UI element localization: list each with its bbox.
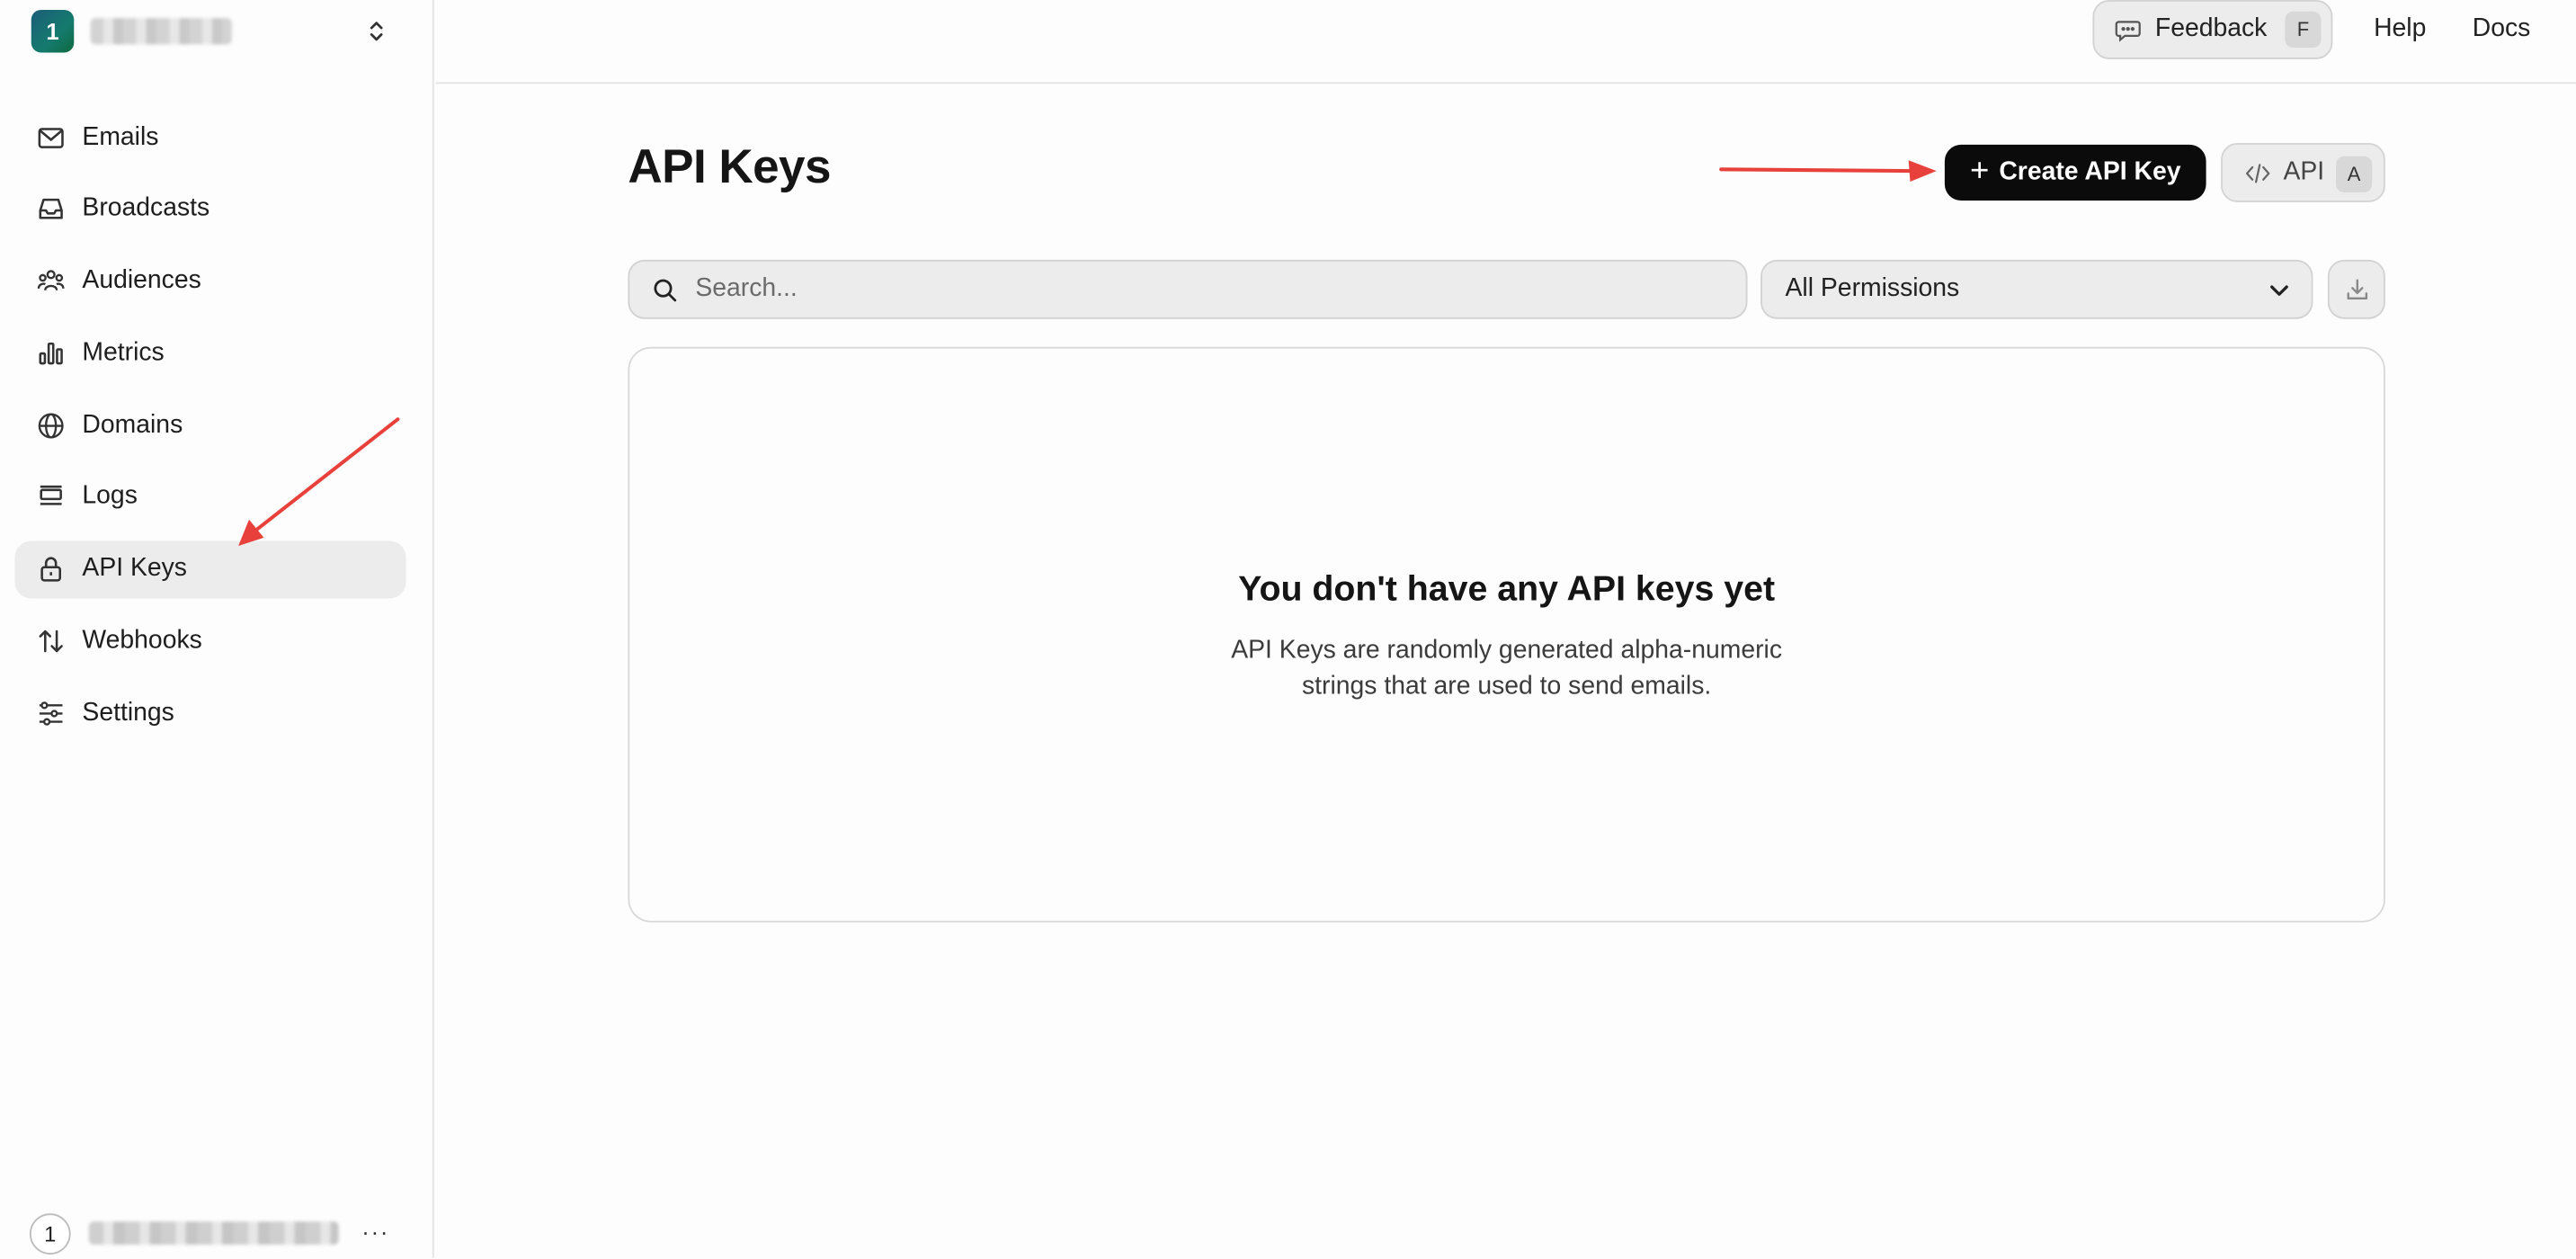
feedback-button[interactable]: Feedback F (2092, 0, 2333, 59)
chevron-up-down-icon (370, 22, 383, 41)
sidebar-item-label: API Keys (82, 554, 187, 583)
inbox-icon (39, 199, 63, 220)
sidebar-item-broadcasts[interactable]: Broadcasts (14, 181, 406, 238)
mail-icon (38, 127, 64, 147)
sidebar-item-label: Emails (82, 122, 159, 151)
permissions-selected-value: All Permissions (1785, 274, 1960, 303)
sidebar-item-logs[interactable]: Logs (14, 469, 406, 526)
sidebar-nav: Emails Broadcasts Audiences Metrics Doma… (14, 109, 406, 757)
empty-state-card: You don't have any API keys yet API Keys… (628, 346, 2385, 923)
sidebar-item-label: Settings (82, 698, 174, 727)
feedback-shortcut-key: F (2285, 11, 2322, 49)
lock-icon (40, 558, 62, 583)
users-icon (37, 270, 65, 291)
logs-icon (40, 486, 62, 506)
sidebar-item-label: Domains (82, 410, 183, 439)
permissions-select[interactable]: All Permissions (1760, 259, 2313, 319)
globe-icon (38, 412, 64, 438)
sidebar-item-domains[interactable]: Domains (14, 397, 406, 454)
download-icon (2346, 279, 2367, 300)
sidebar-item-label: Webhooks (82, 626, 202, 655)
top-bar: Feedback F Help Docs (435, 0, 2576, 85)
sidebar-item-label: Audiences (82, 266, 201, 295)
sidebar-item-label: Logs (82, 482, 138, 511)
empty-state-description: API Keys are randomly generated alpha-nu… (1231, 636, 1783, 701)
help-link[interactable]: Help (2374, 14, 2426, 44)
export-button[interactable] (2327, 259, 2385, 319)
sliders-icon (39, 701, 63, 726)
api-shortcut-key: A (2336, 156, 2373, 192)
code-icon (2245, 163, 2270, 183)
api-reference-button[interactable]: API A (2221, 143, 2385, 202)
api-label: API (2283, 157, 2325, 186)
message-bubble-icon (2115, 20, 2141, 41)
team-name-redacted (90, 18, 232, 45)
plus-icon: + (1969, 152, 1990, 189)
feedback-label: Feedback (2154, 14, 2268, 43)
sidebar-item-settings[interactable]: Settings (14, 684, 406, 742)
sidebar-item-webhooks[interactable]: Webhooks (14, 612, 406, 670)
search-input[interactable] (695, 274, 1682, 305)
sidebar-item-audiences[interactable]: Audiences (14, 253, 406, 310)
sidebar-item-label: Broadcasts (82, 194, 210, 223)
page-title: API Keys (628, 141, 831, 194)
arrows-up-down-icon (39, 630, 63, 653)
chevron-down-icon (2270, 285, 2288, 296)
sidebar: 1 Emails Broadcasts Audiences Metrics Do… (0, 0, 434, 1258)
team-switcher[interactable]: 1 (31, 8, 401, 54)
bar-chart-icon (39, 342, 63, 365)
create-api-key-label: Create API Key (1999, 157, 2181, 186)
user-avatar: 1 (29, 1212, 71, 1255)
docs-link[interactable]: Docs (2473, 14, 2531, 44)
create-api-key-button[interactable]: + Create API Key (1944, 144, 2206, 201)
more-options-icon[interactable]: ··· (361, 1219, 389, 1245)
sidebar-item-label: Metrics (82, 338, 165, 367)
sidebar-item-api-keys[interactable]: API Keys (14, 540, 406, 599)
sidebar-item-metrics[interactable]: Metrics (14, 325, 406, 382)
search-icon (654, 278, 677, 301)
user-email-redacted (88, 1221, 339, 1246)
empty-state-title: You don't have any API keys yet (1238, 568, 1776, 609)
arrow-to-create-button (1719, 160, 1937, 183)
search-field[interactable] (628, 259, 1748, 319)
user-menu[interactable]: 1 ··· (29, 1210, 399, 1256)
sidebar-item-emails[interactable]: Emails (14, 109, 406, 166)
team-avatar: 1 (31, 9, 75, 53)
